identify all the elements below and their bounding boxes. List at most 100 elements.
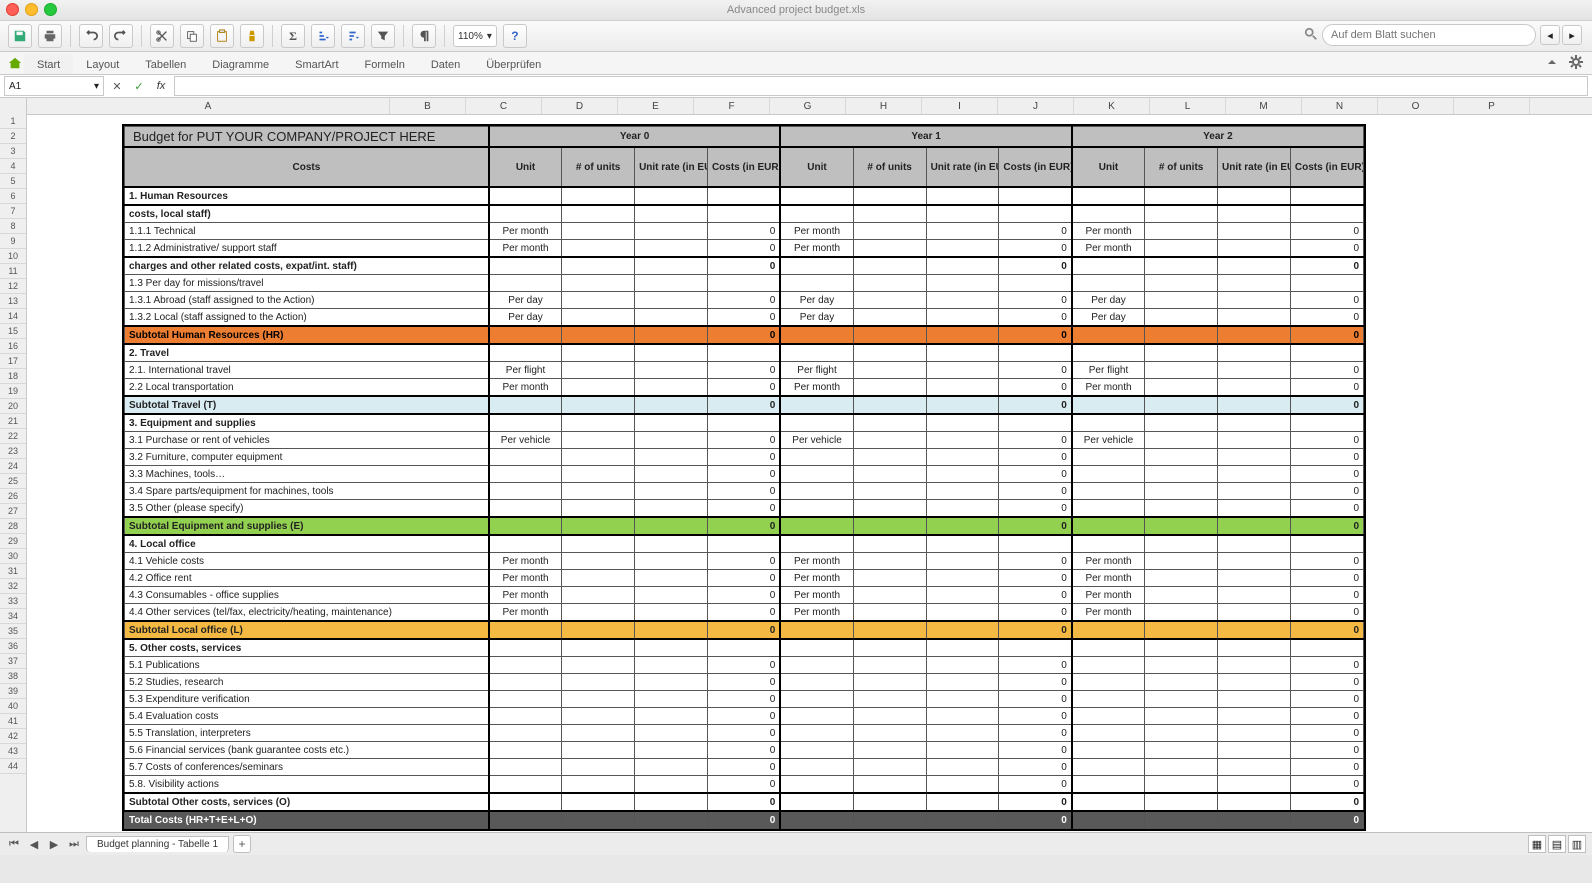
cell[interactable] <box>1145 500 1218 518</box>
cell[interactable]: 0 <box>999 240 1072 258</box>
cell[interactable]: 4.3 Consumables - office supplies <box>125 587 489 604</box>
cell[interactable] <box>926 466 999 483</box>
ribbon-tab-smartart[interactable]: SmartArt <box>282 54 351 74</box>
row-header[interactable]: 44 <box>0 759 26 774</box>
cell[interactable] <box>926 570 999 587</box>
cell[interactable]: Per day <box>780 309 853 327</box>
cell[interactable]: Per month <box>1072 604 1145 622</box>
cell[interactable]: 0 <box>1290 257 1363 275</box>
cell[interactable] <box>1218 674 1291 691</box>
row-header[interactable]: 33 <box>0 594 26 609</box>
cell[interactable] <box>1218 500 1291 518</box>
cell[interactable] <box>1072 811 1145 829</box>
cell[interactable] <box>562 275 635 292</box>
cell[interactable] <box>562 793 635 811</box>
cell[interactable]: 5.3 Expenditure verification <box>125 691 489 708</box>
cell[interactable]: 0 <box>999 604 1072 622</box>
cell[interactable]: 0 <box>707 725 780 742</box>
cell[interactable]: 0 <box>999 517 1072 535</box>
cell[interactable]: 0 <box>707 500 780 518</box>
cell[interactable]: 0 <box>707 517 780 535</box>
cell[interactable] <box>635 257 708 275</box>
cell[interactable] <box>562 759 635 776</box>
cell[interactable] <box>999 205 1072 223</box>
cell[interactable]: 1. Human Resources <box>125 187 489 205</box>
row-header[interactable]: 9 <box>0 234 26 249</box>
cell[interactable] <box>1218 604 1291 622</box>
cell[interactable]: 0 <box>999 657 1072 674</box>
cell[interactable]: 0 <box>707 379 780 397</box>
cell[interactable] <box>635 517 708 535</box>
cell[interactable] <box>1072 396 1145 414</box>
cell[interactable] <box>1290 639 1363 657</box>
cell[interactable] <box>853 725 926 742</box>
cell[interactable]: 1.1.2 Administrative/ support staff <box>125 240 489 258</box>
row-header[interactable]: 31 <box>0 564 26 579</box>
cell[interactable] <box>635 500 708 518</box>
cell[interactable] <box>1145 449 1218 466</box>
cell[interactable] <box>1218 449 1291 466</box>
cell[interactable] <box>1072 657 1145 674</box>
cell[interactable] <box>562 414 635 432</box>
col-header-D[interactable]: D <box>542 98 618 114</box>
cell[interactable]: 0 <box>1290 292 1363 309</box>
cell[interactable]: 5.4 Evaluation costs <box>125 708 489 725</box>
cell[interactable]: 0 <box>1290 432 1363 449</box>
cell[interactable] <box>853 187 926 205</box>
cell[interactable] <box>562 587 635 604</box>
print-button[interactable] <box>38 24 62 48</box>
cell[interactable] <box>926 657 999 674</box>
add-sheet-button[interactable]: + <box>233 835 251 853</box>
cell[interactable] <box>926 621 999 639</box>
cell[interactable] <box>853 344 926 362</box>
cell[interactable] <box>1218 587 1291 604</box>
sheet-nav-first-icon[interactable]: ⏮ <box>6 836 22 852</box>
cell[interactable] <box>562 691 635 708</box>
col-header-N[interactable]: N <box>1302 98 1378 114</box>
cell[interactable] <box>635 205 708 223</box>
cell[interactable] <box>926 483 999 500</box>
cell[interactable] <box>1072 776 1145 794</box>
cell[interactable] <box>1145 205 1218 223</box>
cell[interactable]: 0 <box>707 742 780 759</box>
cell[interactable] <box>780 657 853 674</box>
cell[interactable] <box>489 725 562 742</box>
row-header[interactable]: 22 <box>0 429 26 444</box>
ribbon-tab-layout[interactable]: Layout <box>73 54 132 74</box>
cell[interactable]: 0 <box>707 657 780 674</box>
cell[interactable] <box>489 257 562 275</box>
cell[interactable] <box>635 292 708 309</box>
row-header[interactable]: 36 <box>0 639 26 654</box>
cell[interactable]: Per flight <box>780 362 853 379</box>
cell[interactable]: 0 <box>999 742 1072 759</box>
col-header-E[interactable]: E <box>618 98 694 114</box>
cell[interactable] <box>1072 759 1145 776</box>
search-input[interactable] <box>1329 28 1529 42</box>
cell[interactable] <box>780 500 853 518</box>
cell[interactable] <box>926 742 999 759</box>
cell[interactable] <box>926 187 999 205</box>
cell[interactable]: 0 <box>999 674 1072 691</box>
cell[interactable] <box>707 205 780 223</box>
cell[interactable]: 0 <box>1290 449 1363 466</box>
cell[interactable] <box>853 500 926 518</box>
cell[interactable] <box>926 309 999 327</box>
cell[interactable] <box>1072 639 1145 657</box>
cell[interactable]: 0 <box>707 309 780 327</box>
cell[interactable]: 0 <box>999 708 1072 725</box>
cell[interactable]: 0 <box>1290 517 1363 535</box>
cell[interactable]: 0 <box>1290 396 1363 414</box>
row-header[interactable]: 40 <box>0 699 26 714</box>
cell[interactable] <box>635 674 708 691</box>
cell[interactable]: 1.1.1 Technical <box>125 223 489 240</box>
formula-input[interactable] <box>174 76 1588 96</box>
cell[interactable] <box>1145 326 1218 344</box>
cell[interactable] <box>926 326 999 344</box>
cell[interactable]: 0 <box>707 570 780 587</box>
row-header[interactable]: 32 <box>0 579 26 594</box>
cell[interactable] <box>489 466 562 483</box>
cell[interactable] <box>926 587 999 604</box>
cell[interactable]: 5.8. Visibility actions <box>125 776 489 794</box>
cell[interactable] <box>489 811 562 829</box>
cell[interactable] <box>1145 275 1218 292</box>
